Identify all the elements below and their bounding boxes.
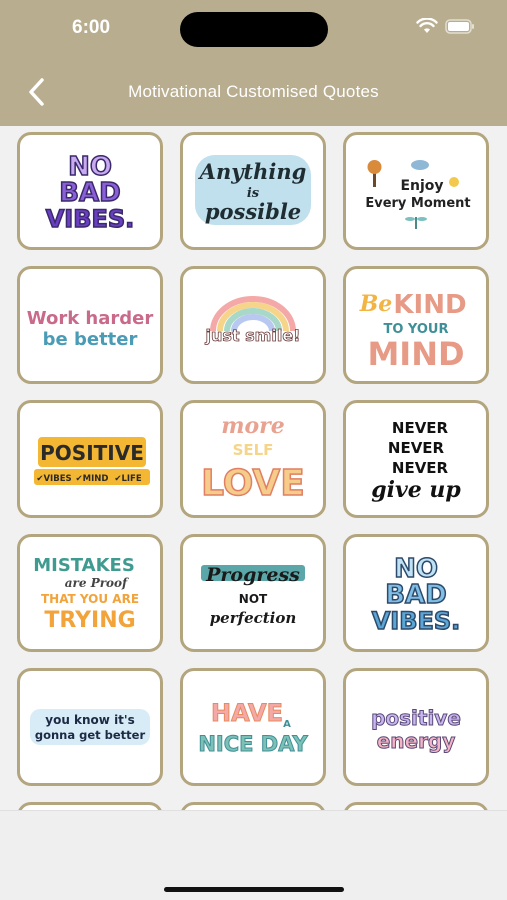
sticker-line: NOT — [239, 592, 268, 606]
sticker-line: gonna get better — [35, 728, 146, 742]
sticker-line: A — [283, 719, 291, 730]
cloud-icon — [411, 160, 429, 170]
sticker-line: you know it's — [45, 713, 134, 727]
navigation-bar: Motivational Customised Quotes — [0, 58, 507, 126]
quote-card-more-self-love[interactable]: more SELF LOVE — [180, 400, 326, 518]
sticker-line: SELF — [233, 441, 274, 459]
page-title: Motivational Customised Quotes — [128, 82, 379, 101]
sticker-line: positive — [371, 706, 461, 730]
sticker-line: energy — [377, 729, 456, 753]
quote-card-have-a-nice-day[interactable]: HAVE A NICE DAY — [180, 668, 326, 786]
sticker-line: MIND — [367, 335, 464, 373]
battery-icon — [445, 18, 475, 39]
sticker-line: Work harder — [27, 308, 154, 329]
status-icons — [416, 17, 475, 39]
sticker-line: THAT YOU ARE — [41, 592, 139, 606]
sticker-line: LOVE — [201, 463, 305, 504]
sticker-line: Be — [359, 291, 393, 317]
dynamic-island — [180, 12, 328, 47]
sticker-line: MISTAKES — [33, 555, 135, 576]
quote-card-partial[interactable] — [180, 802, 326, 810]
quote-card-progress-not-perfection[interactable]: Progress NOT perfection — [180, 534, 326, 652]
sticker-line: ✔MIND — [76, 474, 109, 484]
quote-card-positive-vibes-mind-life[interactable]: POSITIVE ✔VIBES ✔MIND ✔LIFE — [17, 400, 163, 518]
sticker-line: NEVER — [388, 439, 445, 457]
sticker-line: KIND — [393, 290, 466, 320]
quote-card-never-give-up[interactable]: NEVER NEVER NEVER give up — [343, 400, 489, 518]
quote-sticker-grid[interactable]: NO BAD VIBES. Anything is possible Enjoy — [0, 126, 507, 810]
quote-card-no-bad-vibes-purple[interactable]: NO BAD VIBES. — [17, 132, 163, 250]
quote-card-anything-is-possible[interactable]: Anything is possible — [180, 132, 326, 250]
sticker-line: VIBES. — [46, 205, 135, 233]
quote-card-partial[interactable] — [343, 802, 489, 810]
tree-icon — [367, 160, 382, 187]
quote-card-just-smile[interactable]: just smile! — [180, 266, 326, 384]
sticker-line: more — [221, 413, 285, 439]
sticker-line: be better — [43, 329, 138, 350]
sticker-line: are Proof — [65, 576, 129, 590]
quote-card-enjoy-every-moment[interactable]: Enjoy Every Moment — [343, 132, 489, 250]
sticker-line: give up — [371, 477, 461, 503]
quote-card-partial[interactable] — [17, 802, 163, 810]
sticker-line: Anything — [198, 159, 307, 184]
sticker-line: just smile! — [205, 326, 301, 345]
dragonfly-icon — [405, 217, 427, 229]
sticker-line: ✔VIBES — [36, 474, 71, 484]
sun-icon — [449, 177, 459, 187]
quote-card-no-bad-vibes-blue[interactable]: NO BAD VIBES. — [343, 534, 489, 652]
status-bar: 6:00 — [0, 0, 507, 58]
sticker-line: BAD — [385, 580, 447, 610]
sticker-line: possible — [205, 199, 301, 224]
quote-card-work-harder-be-better[interactable]: Work harder be better — [17, 266, 163, 384]
quote-card-positive-energy[interactable]: positive energy — [343, 668, 489, 786]
sticker-line: TRYING — [44, 608, 135, 633]
sticker-line: BAD — [59, 178, 121, 208]
sticker-line: VIBES. — [372, 607, 461, 635]
sticker-line: Enjoy — [400, 178, 443, 194]
quote-card-mistakes-are-proof[interactable]: MISTAKES are Proof THAT YOU ARE TRYING — [17, 534, 163, 652]
sticker-line: HAVE — [211, 699, 283, 727]
home-indicator[interactable] — [164, 887, 344, 892]
sticker-line: Every Moment — [365, 196, 470, 211]
wifi-icon — [416, 17, 438, 39]
quote-card-gonna-get-better[interactable]: you know it's gonna get better — [17, 668, 163, 786]
sticker-line: ✔LIFE — [114, 474, 142, 484]
sticker-line: NICE DAY — [198, 732, 308, 756]
sticker-line: NEVER — [392, 459, 449, 477]
sticker-line: POSITIVE — [40, 441, 144, 465]
status-time: 6:00 — [72, 17, 111, 38]
sticker-line: perfection — [210, 609, 297, 627]
quote-card-be-kind-to-your-mind[interactable]: Be KIND TO YOUR MIND — [343, 266, 489, 384]
sticker-line: NEVER — [392, 419, 449, 437]
sticker-line: Progress — [205, 564, 300, 586]
